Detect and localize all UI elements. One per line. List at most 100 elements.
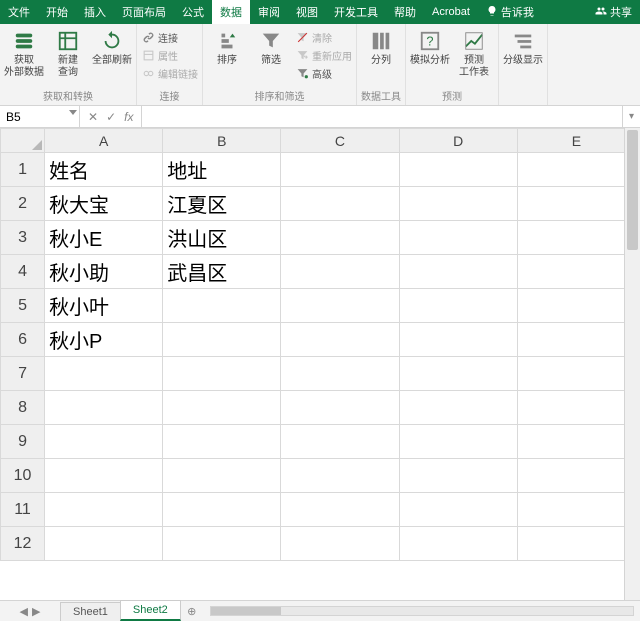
- grid[interactable]: ABCDE 1姓名地址2秋大宝江夏区3秋小E洪山区4秋小助武昌区5秋小叶6秋小P…: [0, 128, 624, 561]
- get-external-data-button[interactable]: 获取 外部数据: [4, 27, 44, 79]
- sheet-nav[interactable]: ◀ ▶: [0, 601, 60, 621]
- tell-me[interactable]: 告诉我: [478, 0, 542, 24]
- cell[interactable]: [163, 357, 281, 391]
- horizontal-scrollbar[interactable]: [204, 601, 640, 621]
- cell[interactable]: [399, 221, 517, 255]
- text-to-columns-button[interactable]: 分列: [361, 27, 401, 67]
- cell[interactable]: [281, 493, 399, 527]
- vertical-scrollbar[interactable]: [624, 128, 640, 600]
- cell[interactable]: [399, 425, 517, 459]
- row-header[interactable]: 2: [1, 187, 45, 221]
- scrollbar-thumb[interactable]: [211, 607, 281, 615]
- add-sheet-button[interactable]: ⊕: [180, 601, 204, 621]
- menu-tab-4[interactable]: 公式: [174, 0, 212, 24]
- sort-button[interactable]: 排序: [207, 27, 247, 67]
- chevron-down-icon[interactable]: [69, 110, 77, 115]
- cell[interactable]: [281, 255, 399, 289]
- cell[interactable]: [517, 527, 624, 561]
- cell[interactable]: [281, 527, 399, 561]
- cell[interactable]: [517, 323, 624, 357]
- cell[interactable]: [399, 493, 517, 527]
- menu-tab-3[interactable]: 页面布局: [114, 0, 174, 24]
- formula-input[interactable]: [142, 110, 622, 124]
- row-header[interactable]: 6: [1, 323, 45, 357]
- menu-tab-0[interactable]: 文件: [0, 0, 38, 24]
- menu-tab-2[interactable]: 插入: [76, 0, 114, 24]
- advanced-button[interactable]: 高级: [295, 65, 352, 81]
- cell[interactable]: 武昌区: [163, 255, 281, 289]
- expand-formula-bar[interactable]: ▾: [622, 106, 640, 127]
- cell[interactable]: 秋小助: [45, 255, 163, 289]
- column-header[interactable]: E: [517, 129, 624, 153]
- fx-button[interactable]: fx: [124, 110, 133, 124]
- cell[interactable]: 秋小叶: [45, 289, 163, 323]
- cancel-button[interactable]: ✕: [88, 110, 98, 124]
- cell[interactable]: 洪山区: [163, 221, 281, 255]
- row-header[interactable]: 8: [1, 391, 45, 425]
- row-header[interactable]: 1: [1, 153, 45, 187]
- properties-button[interactable]: 属性: [141, 47, 198, 63]
- connections-button[interactable]: 连接: [141, 29, 198, 45]
- cell[interactable]: [45, 425, 163, 459]
- cell[interactable]: 秋大宝: [45, 187, 163, 221]
- row-header[interactable]: 12: [1, 527, 45, 561]
- cell[interactable]: [281, 289, 399, 323]
- new-query-button[interactable]: 新建 查询: [48, 27, 88, 79]
- menu-tab-1[interactable]: 开始: [38, 0, 76, 24]
- cell[interactable]: [399, 187, 517, 221]
- cell[interactable]: [281, 391, 399, 425]
- cell[interactable]: [281, 221, 399, 255]
- cell[interactable]: [163, 425, 281, 459]
- enter-button[interactable]: ✓: [106, 110, 116, 124]
- menu-tab-5[interactable]: 数据: [212, 0, 250, 24]
- filter-button[interactable]: 筛选: [251, 27, 291, 67]
- cell[interactable]: [163, 391, 281, 425]
- row-header[interactable]: 3: [1, 221, 45, 255]
- cell[interactable]: [163, 527, 281, 561]
- cell[interactable]: [517, 459, 624, 493]
- cell[interactable]: [517, 391, 624, 425]
- cell[interactable]: [517, 255, 624, 289]
- row-header[interactable]: 10: [1, 459, 45, 493]
- forecast-button[interactable]: 预测 工作表: [454, 27, 494, 79]
- cell[interactable]: [281, 153, 399, 187]
- column-header[interactable]: C: [281, 129, 399, 153]
- cell[interactable]: [399, 323, 517, 357]
- row-header[interactable]: 4: [1, 255, 45, 289]
- tri-right-icon[interactable]: ▶: [32, 605, 40, 618]
- cell[interactable]: [163, 493, 281, 527]
- scrollbar-thumb[interactable]: [627, 130, 638, 250]
- cell[interactable]: [163, 323, 281, 357]
- row-header[interactable]: 9: [1, 425, 45, 459]
- menu-tab-7[interactable]: 视图: [288, 0, 326, 24]
- cell[interactable]: [517, 221, 624, 255]
- column-header[interactable]: B: [163, 129, 281, 153]
- row-header[interactable]: 11: [1, 493, 45, 527]
- cell[interactable]: [281, 357, 399, 391]
- cell[interactable]: [399, 459, 517, 493]
- cell[interactable]: [399, 153, 517, 187]
- cell[interactable]: [517, 357, 624, 391]
- cell[interactable]: [281, 323, 399, 357]
- column-header[interactable]: A: [45, 129, 163, 153]
- refresh-all-button[interactable]: 全部刷新: [92, 27, 132, 67]
- cell[interactable]: [45, 357, 163, 391]
- clear-filter-button[interactable]: 清除: [295, 29, 352, 45]
- cell[interactable]: [517, 425, 624, 459]
- cell[interactable]: [163, 289, 281, 323]
- cell[interactable]: [45, 493, 163, 527]
- cell[interactable]: [163, 459, 281, 493]
- cell[interactable]: [45, 459, 163, 493]
- cell[interactable]: 姓名: [45, 153, 163, 187]
- edit-links-button[interactable]: 编辑链接: [141, 65, 198, 81]
- cell[interactable]: [281, 187, 399, 221]
- tri-left-icon[interactable]: ◀: [20, 605, 28, 618]
- column-header[interactable]: D: [399, 129, 517, 153]
- cell[interactable]: [517, 493, 624, 527]
- cell[interactable]: [399, 357, 517, 391]
- cell[interactable]: [45, 527, 163, 561]
- cell[interactable]: [45, 391, 163, 425]
- cell[interactable]: [399, 527, 517, 561]
- row-header[interactable]: 7: [1, 357, 45, 391]
- sheet-tab[interactable]: Sheet1: [60, 602, 121, 621]
